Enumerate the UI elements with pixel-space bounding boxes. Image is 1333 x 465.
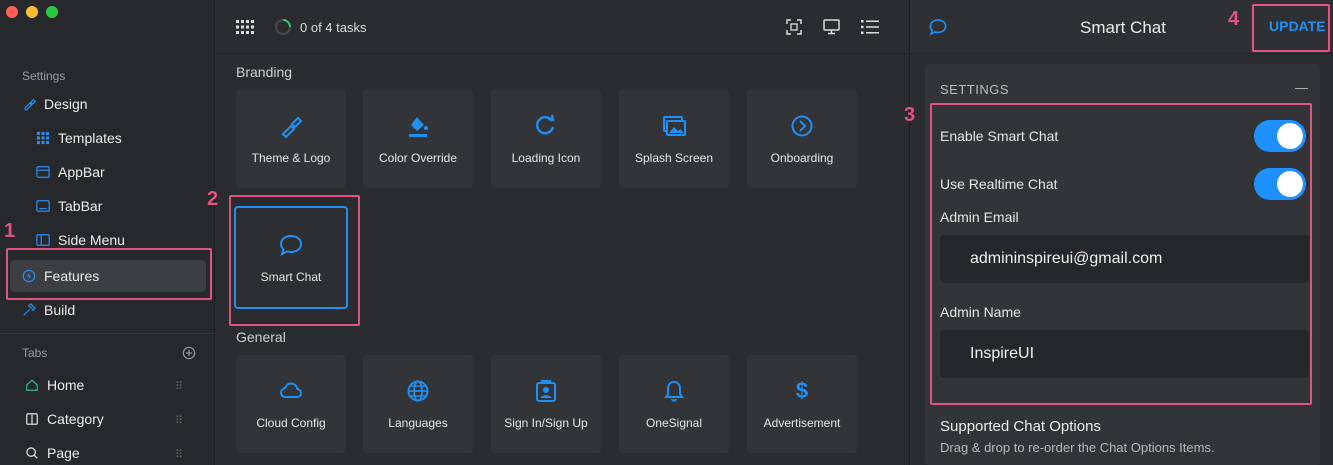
maximize-window-button[interactable] bbox=[46, 6, 58, 18]
drag-handle-icon[interactable]: ⠿ bbox=[175, 414, 183, 427]
tile-label: Languages bbox=[388, 416, 448, 430]
paint-bucket-icon bbox=[409, 117, 428, 137]
tile-label: Onboarding bbox=[770, 151, 834, 165]
sidebar-tab-label: Category bbox=[47, 411, 104, 427]
tile-color-override[interactable]: Color Override bbox=[363, 90, 473, 188]
tile-label: Cloud Config bbox=[256, 416, 326, 430]
annotation-box-2 bbox=[229, 195, 360, 326]
panel-header: Smart Chat UPDATE 4 bbox=[910, 0, 1333, 54]
brush-icon bbox=[281, 116, 303, 139]
tabs-section-label: Tabs bbox=[22, 346, 48, 360]
tile-advertisement[interactable]: $ Advertisement bbox=[747, 355, 857, 453]
main-content: 0 of 4 tasks Branding Theme & Logo Color… bbox=[207, 0, 908, 465]
annotation-number-4: 4 bbox=[1228, 8, 1240, 30]
tile-loading-icon[interactable]: Loading Icon bbox=[491, 90, 601, 188]
tile-splash-screen[interactable]: Splash Screen bbox=[619, 90, 729, 188]
sidebar-item-label: TabBar bbox=[58, 198, 103, 214]
cloud-icon bbox=[279, 382, 303, 398]
tile-label: Color Override bbox=[378, 151, 458, 165]
list-icon[interactable] bbox=[861, 20, 879, 34]
tile-theme-logo[interactable]: Theme & Logo bbox=[236, 90, 346, 188]
app-window: Settings Design Templates AppBar TabBar … bbox=[0, 0, 1333, 465]
tasks-progress-text[interactable]: 0 of 4 tasks bbox=[300, 20, 366, 35]
annotation-number-3: 3 bbox=[904, 104, 916, 126]
hammer-icon bbox=[23, 303, 36, 316]
sidebar-item-label: Side Menu bbox=[58, 232, 125, 248]
category-icon bbox=[26, 413, 38, 425]
collapse-icon[interactable]: — bbox=[1295, 80, 1308, 95]
window-controls bbox=[6, 6, 58, 18]
sidebar-tab-page[interactable]: Page bbox=[25, 441, 80, 465]
tile-label: Loading Icon bbox=[511, 151, 581, 165]
supported-chat-options-title: Supported Chat Options bbox=[940, 418, 1101, 435]
annotation-number-1: 1 bbox=[4, 220, 16, 242]
appbar-icon bbox=[36, 166, 50, 178]
scan-icon[interactable] bbox=[786, 19, 802, 35]
tile-onesignal[interactable]: OneSignal bbox=[619, 355, 729, 453]
tile-onboarding[interactable]: Onboarding bbox=[747, 90, 857, 188]
minimize-window-button[interactable] bbox=[26, 6, 38, 18]
tile-label: OneSignal bbox=[645, 416, 703, 430]
settings-section-label: Settings bbox=[22, 69, 66, 83]
sidebar-item-label: AppBar bbox=[58, 164, 105, 180]
sidebar-item-design[interactable]: Design bbox=[22, 92, 88, 116]
sidebar-tab-label: Home bbox=[47, 377, 85, 393]
side-menu-icon bbox=[36, 234, 50, 246]
user-badge-icon bbox=[536, 380, 556, 402]
dollar-icon: $ bbox=[795, 378, 809, 403]
apps-grid-icon[interactable] bbox=[236, 20, 254, 34]
tile-label: Theme & Logo bbox=[251, 151, 331, 165]
sidebar-tab-label: Page bbox=[47, 445, 80, 461]
home-icon bbox=[26, 379, 38, 391]
panel-title: Smart Chat bbox=[1080, 18, 1166, 37]
refresh-icon bbox=[536, 114, 555, 135]
drag-handle-icon[interactable]: ⠿ bbox=[175, 380, 183, 393]
tile-cloud-config[interactable]: Cloud Config bbox=[236, 355, 346, 453]
general-heading: General bbox=[236, 329, 286, 345]
supported-chat-options-desc: Drag & drop to re-order the Chat Options… bbox=[940, 440, 1215, 455]
desktop-icon[interactable] bbox=[823, 19, 840, 35]
image-icon bbox=[663, 116, 686, 136]
brush-icon bbox=[23, 98, 36, 111]
branding-heading: Branding bbox=[236, 64, 293, 80]
sidebar-divider bbox=[0, 333, 215, 334]
globe-icon bbox=[407, 380, 429, 402]
sidebar: Settings Design Templates AppBar TabBar … bbox=[0, 0, 215, 465]
progress-ring-icon bbox=[275, 19, 291, 35]
search-icon bbox=[26, 447, 38, 459]
settings-section-header[interactable]: SETTINGS bbox=[940, 82, 1009, 97]
sidebar-item-templates[interactable]: Templates bbox=[36, 126, 122, 150]
chat-bubble-icon bbox=[929, 19, 947, 36]
annotation-box-4 bbox=[1252, 4, 1330, 52]
tile-label: Splash Screen bbox=[634, 151, 714, 165]
sidebar-item-label: Design bbox=[44, 96, 88, 112]
tile-languages[interactable]: Languages bbox=[363, 355, 473, 453]
grid-icon bbox=[36, 131, 50, 145]
close-window-button[interactable] bbox=[6, 6, 18, 18]
annotation-box-1 bbox=[6, 248, 212, 300]
annotation-number-2: 2 bbox=[207, 188, 219, 210]
sidebar-item-tabbar[interactable]: TabBar bbox=[36, 194, 102, 218]
sidebar-item-build[interactable]: Build bbox=[22, 298, 75, 322]
sidebar-item-appbar[interactable]: AppBar bbox=[36, 160, 105, 184]
add-tab-icon[interactable] bbox=[182, 346, 196, 360]
sidebar-tab-category[interactable]: Category bbox=[25, 407, 104, 431]
drag-handle-icon[interactable]: ⠿ bbox=[175, 448, 183, 461]
settings-panel: Smart Chat UPDATE 4 SETTINGS — Enable Sm… bbox=[904, 0, 1333, 465]
tile-sign-in-sign-up[interactable]: Sign In/Sign Up bbox=[491, 355, 601, 453]
bell-icon bbox=[664, 380, 684, 402]
play-circle-icon bbox=[791, 115, 813, 137]
annotation-box-3 bbox=[930, 103, 1312, 405]
sidebar-item-label: Templates bbox=[58, 130, 122, 146]
top-toolbar: 0 of 4 tasks bbox=[216, 0, 908, 54]
tile-label: Advertisement bbox=[763, 416, 841, 430]
tabbar-icon bbox=[36, 200, 50, 212]
sidebar-item-label: Build bbox=[44, 302, 76, 318]
sidebar-tab-home[interactable]: Home bbox=[25, 373, 84, 397]
tile-label: Sign In/Sign Up bbox=[504, 416, 588, 430]
